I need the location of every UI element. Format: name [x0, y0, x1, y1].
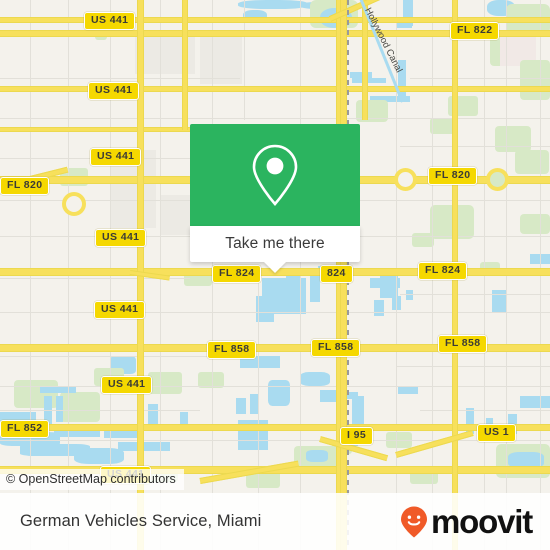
roundabout: [394, 168, 417, 191]
road-shield: US 441: [90, 148, 142, 166]
builtup-area: [160, 195, 192, 235]
popup-action[interactable]: Take me there: [190, 226, 360, 273]
water-area: [310, 272, 320, 302]
road-shield: US 441: [101, 376, 153, 394]
moovit-wordmark: moovit: [431, 503, 533, 540]
highway: [0, 86, 550, 92]
moovit-pin-icon: [401, 506, 428, 537]
green-area: [520, 60, 550, 100]
builtup-area: [200, 30, 242, 84]
roundabout: [486, 168, 509, 191]
road-shield: FL 820: [0, 177, 50, 195]
road-shield: FL 858: [311, 339, 361, 357]
water-area: [148, 404, 158, 426]
road-shield: FL 822: [450, 22, 500, 40]
street: [0, 312, 550, 313]
roundabout: [62, 192, 86, 216]
highway: [182, 0, 188, 130]
street: [0, 78, 240, 79]
highway-fl852: [0, 424, 550, 431]
green-area: [495, 126, 531, 152]
water-area: [306, 450, 328, 462]
popup-header: [190, 124, 360, 226]
map-canvas[interactable]: Hollywood Canal US 441 FL 822 US 441 US 441…: [0, 0, 550, 550]
road-shield: 824: [320, 265, 353, 283]
water-area: [250, 394, 258, 414]
map-pin-icon: [252, 144, 298, 206]
road-shield: FL 824: [418, 262, 468, 280]
green-area: [515, 150, 549, 174]
water-area: [520, 396, 550, 408]
road-shield: US 1: [477, 424, 516, 442]
water-area: [398, 386, 418, 394]
street: [396, 366, 550, 367]
street: [410, 78, 550, 79]
road-shield: US 441: [94, 301, 146, 319]
road-shield: FL 824: [212, 265, 262, 283]
road-shield: FL 820: [428, 167, 478, 185]
road-shield: US 441: [84, 12, 136, 30]
street: [0, 440, 550, 441]
bottom-bar: German Vehicles Service, Miami moovit: [0, 493, 550, 550]
water-area: [268, 380, 290, 406]
water-area: [374, 300, 384, 316]
highway: [0, 127, 190, 132]
osm-attribution[interactable]: © OpenStreetMap contributors: [0, 469, 184, 490]
water-area: [300, 372, 330, 386]
place-title: German Vehicles Service, Miami: [20, 512, 262, 530]
water-area: [238, 0, 308, 9]
street: [400, 146, 550, 147]
map-screen: Hollywood Canal US 441 FL 822 US 441 US 441…: [0, 0, 550, 550]
road-shield: US 441: [95, 229, 147, 247]
water-area: [56, 396, 63, 422]
water-area: [352, 78, 386, 83]
green-area: [148, 372, 182, 394]
road-shield: FL 858: [438, 335, 488, 353]
water-area: [406, 290, 413, 300]
road-shield: FL 852: [0, 420, 50, 438]
road-shield: US 441: [88, 82, 140, 100]
destination-popup[interactable]: Take me there: [190, 124, 360, 273]
water-area: [118, 442, 170, 451]
road-shield: I 95: [340, 427, 374, 445]
moovit-brand[interactable]: moovit: [399, 503, 533, 540]
green-area: [60, 392, 100, 422]
street: [0, 356, 240, 357]
road-shield: FL 858: [207, 341, 257, 359]
street: [420, 410, 550, 411]
street: [400, 294, 550, 295]
water-area: [40, 386, 76, 393]
water-area: [74, 448, 124, 464]
street: [0, 118, 550, 119]
green-area: [520, 214, 550, 234]
take-me-there-label: Take me there: [225, 235, 325, 252]
street: [0, 386, 550, 387]
water-area: [236, 398, 246, 414]
popup-pointer: [264, 262, 286, 273]
